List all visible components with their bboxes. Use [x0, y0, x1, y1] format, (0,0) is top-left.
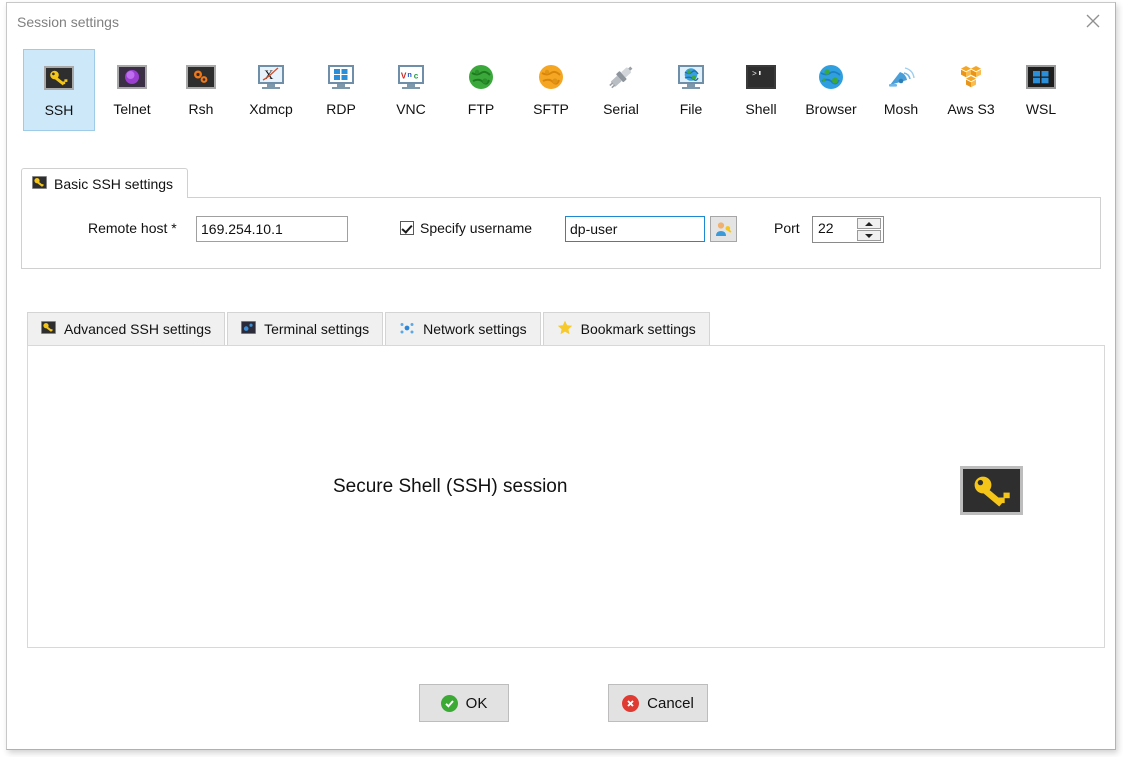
session-type-rdp[interactable]: RDP — [305, 49, 377, 131]
error-circle-icon — [622, 694, 640, 712]
session-type-sftp[interactable]: SFTP — [515, 49, 587, 131]
session-type-ssh[interactable]: SSH — [23, 49, 95, 131]
session-description: Secure Shell (SSH) session — [333, 476, 568, 497]
svg-text:c: c — [414, 71, 419, 80]
tab-network-settings[interactable]: Network settings — [385, 312, 541, 345]
vnc-icon: Vnc — [394, 62, 428, 92]
session-type-label: Aws S3 — [947, 101, 995, 117]
sftp-globe-icon — [534, 62, 568, 92]
specify-username-label: Specify username — [420, 220, 533, 236]
session-type-mosh[interactable]: Mosh — [865, 49, 937, 131]
session-type-label: FTP — [467, 101, 495, 117]
session-type-label: SSH — [44, 102, 74, 118]
ssh-key-icon — [960, 466, 1023, 515]
session-settings-dialog: Session settings SSH Telnet Rsh X Xdmcp … — [6, 2, 1116, 750]
rdp-windows-icon — [324, 62, 358, 92]
specify-username-checkbox[interactable]: Specify username — [400, 220, 532, 236]
session-type-xdmcp[interactable]: X Xdmcp — [235, 49, 307, 131]
user-key-icon — [716, 222, 732, 236]
session-type-label: Shell — [745, 101, 777, 117]
tab-advanced-ssh-settings[interactable]: Advanced SSH settings — [27, 312, 226, 345]
remote-host-label: Remote host * — [88, 220, 177, 236]
cancel-button-label: Cancel — [647, 694, 694, 712]
browser-globe-icon — [814, 62, 848, 92]
port-increment-button[interactable] — [857, 218, 881, 229]
session-type-vnc[interactable]: Vnc VNC — [375, 49, 447, 131]
session-type-label: RDP — [326, 101, 356, 117]
serial-plug-icon — [604, 62, 638, 92]
port-value: 22 — [818, 220, 834, 236]
ftp-globe-icon — [464, 62, 498, 92]
port-label: Port — [774, 220, 800, 236]
tab-label: Terminal settings — [264, 321, 370, 337]
session-type-label: Rsh — [188, 101, 214, 117]
select-user-button[interactable] — [710, 216, 737, 242]
mosh-dish-icon — [884, 62, 918, 92]
titlebar: Session settings — [7, 3, 1115, 41]
session-type-label: VNC — [396, 101, 426, 117]
session-type-label: Browser — [805, 101, 857, 117]
ssh-key-icon — [31, 174, 48, 192]
window-title: Session settings — [17, 14, 119, 30]
svg-text:>: > — [752, 70, 757, 79]
port-decrement-button[interactable] — [857, 230, 881, 241]
basic-ssh-settings-tab[interactable]: Basic SSH settings — [21, 168, 189, 198]
tab-bookmark-settings[interactable]: Bookmark settings — [542, 312, 710, 345]
ok-button[interactable]: OK — [419, 684, 509, 722]
svg-text:V: V — [401, 71, 407, 80]
shell-prompt-icon: > — [744, 62, 778, 92]
telnet-icon — [115, 62, 149, 92]
session-type-wsl[interactable]: WSL — [1005, 49, 1077, 131]
ok-button-label: OK — [465, 694, 488, 712]
chevron-down-icon — [865, 233, 873, 238]
tab-terminal-settings[interactable]: Terminal settings — [227, 312, 384, 345]
session-type-label: SFTP — [533, 101, 569, 117]
rsh-gears-icon — [184, 62, 218, 92]
session-type-label: Telnet — [113, 101, 151, 117]
cancel-button[interactable]: Cancel — [608, 684, 708, 722]
check-circle-icon — [440, 694, 458, 712]
session-type-strip: SSH Telnet Rsh X Xdmcp RDP V n c VNC FTP… — [7, 45, 1115, 141]
tab-label: Bookmark settings — [580, 321, 696, 337]
remote-host-input[interactable] — [196, 216, 348, 242]
session-type-label: Mosh — [883, 101, 919, 117]
session-type-aws-s3[interactable]: Aws S3 — [935, 49, 1007, 131]
tab-label: Network settings — [423, 321, 527, 337]
session-type-telnet[interactable]: Telnet — [96, 49, 168, 131]
aws-s3-icon — [954, 62, 988, 92]
session-type-rsh[interactable]: Rsh — [165, 49, 237, 131]
close-icon — [1086, 14, 1100, 28]
basic-ssh-settings-group: Basic SSH settings Remote host * Specify… — [21, 168, 1101, 269]
session-type-browser[interactable]: Browser — [795, 49, 867, 131]
username-input[interactable] — [565, 216, 705, 242]
terminal-icon — [240, 320, 257, 337]
chevron-up-icon — [865, 221, 873, 226]
star-icon — [557, 320, 573, 338]
checkbox-checked-icon — [400, 221, 414, 235]
svg-text:X: X — [264, 67, 274, 82]
file-share-icon — [674, 62, 708, 92]
xdmcp-icon: X — [254, 62, 288, 92]
wsl-windows-icon — [1024, 62, 1058, 92]
session-type-shell[interactable]: > Shell — [725, 49, 797, 131]
session-type-label: Serial — [603, 101, 639, 117]
session-type-file[interactable]: File — [655, 49, 727, 131]
port-spinner[interactable]: 22 — [812, 216, 884, 243]
session-type-serial[interactable]: Serial — [585, 49, 657, 131]
ssh-key-icon — [40, 320, 57, 337]
session-type-label: Xdmcp — [249, 101, 293, 117]
session-type-ftp[interactable]: FTP — [445, 49, 517, 131]
session-type-label: File — [679, 101, 703, 117]
svg-text:n: n — [407, 69, 412, 78]
ssh-key-icon — [42, 63, 76, 93]
network-nodes-icon — [399, 321, 415, 338]
tab-label: Advanced SSH settings — [64, 321, 212, 337]
close-button[interactable] — [1077, 7, 1109, 35]
settings-tabs: Advanced SSH settings Terminal settings … — [27, 312, 712, 345]
basic-ssh-settings-tab-label: Basic SSH settings — [54, 175, 174, 192]
session-type-label: WSL — [1025, 101, 1057, 117]
tab-content-panel: Secure Shell (SSH) session — [27, 345, 1105, 648]
basic-ssh-settings-body: Remote host * Specify username Port — [21, 197, 1101, 269]
